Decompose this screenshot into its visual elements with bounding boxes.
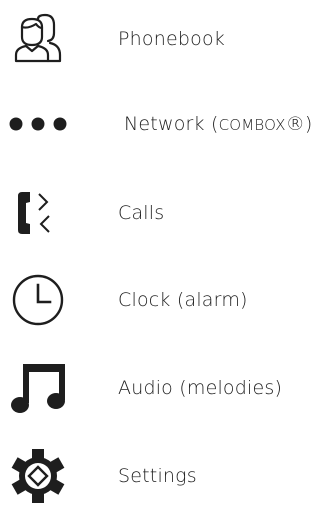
combox-brand-label: COMBOX bbox=[218, 116, 286, 134]
contacts-icon bbox=[6, 9, 70, 69]
menu-item-audio[interactable]: Audio (melodies) bbox=[0, 358, 325, 418]
menu-item-calls[interactable]: Calls bbox=[0, 183, 325, 243]
menu-item-label: Clock (alarm) bbox=[118, 289, 248, 311]
menu-item-clock[interactable]: Clock (alarm) bbox=[0, 270, 325, 330]
menu-item-label: Settings bbox=[118, 465, 197, 487]
menu-item-label: Calls bbox=[118, 202, 165, 224]
menu-item-network[interactable]: Network (COMBOX®) bbox=[0, 94, 325, 154]
gear-icon bbox=[6, 446, 70, 506]
clock-icon bbox=[6, 270, 70, 330]
network-label-main: Network ( bbox=[124, 113, 219, 135]
menu-item-label: Network (COMBOX®) bbox=[124, 113, 313, 135]
more-dots-icon bbox=[6, 94, 70, 154]
menu-item-settings[interactable]: Settings bbox=[0, 446, 325, 506]
menu-item-label: Phonebook bbox=[118, 28, 225, 50]
network-label-suffix: ®) bbox=[285, 113, 313, 135]
music-note-icon bbox=[6, 358, 70, 418]
phone-calls-icon bbox=[6, 183, 70, 243]
menu-item-phonebook[interactable]: Phonebook bbox=[0, 9, 325, 69]
main-menu: Phonebook Network (COMBOX®) Calls Clock … bbox=[0, 0, 325, 505]
menu-item-label: Audio (melodies) bbox=[118, 377, 283, 399]
